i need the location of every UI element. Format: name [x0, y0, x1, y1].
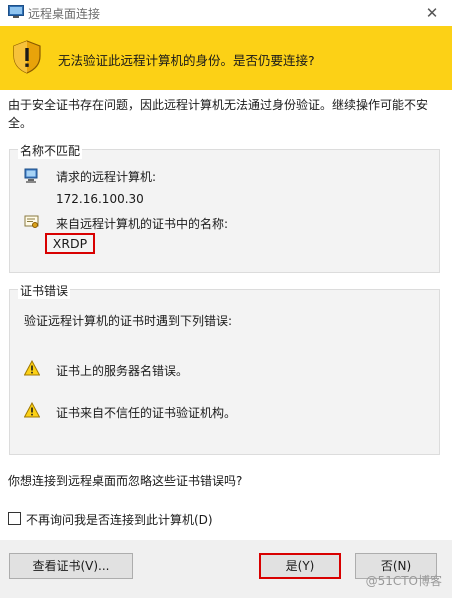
warning-icon	[24, 360, 40, 376]
certificate-errors-legend: 证书错误	[18, 282, 71, 299]
computer-icon	[24, 168, 38, 183]
view-certificate-button[interactable]: 查看证书(V)...	[9, 553, 133, 579]
certificate-icon	[24, 215, 39, 228]
requested-computer-value: 172.16.100.30	[56, 192, 144, 206]
certificate-error-item: 证书上的服务器名错误。	[56, 364, 189, 378]
certificate-error-item: 证书来自不信任的证书验证机构。	[56, 406, 237, 420]
warning-banner: 无法验证此远程计算机的身份。是否仍要连接?	[0, 26, 452, 90]
remote-desktop-icon	[8, 5, 24, 18]
certificate-name-value: XRDP	[45, 233, 95, 254]
title-bar: 远程桌面连接 ✕	[0, 0, 452, 26]
name-mismatch-legend: 名称不匹配	[18, 142, 83, 159]
intro-text: 由于安全证书存在问题，因此远程计算机无法通过身份验证。继续操作可能不安全。	[8, 98, 429, 130]
button-footer: 查看证书(V)... 是(Y) 否(N)	[0, 540, 452, 598]
connect-question: 你想连接到远程桌面而忽略这些证书错误吗?	[8, 474, 243, 488]
dont-ask-again-checkbox[interactable]	[8, 512, 21, 525]
name-mismatch-group: 名称不匹配 请求的远程计算机: 172.16.100.30 来自远程计算机的证书…	[9, 142, 440, 273]
window-title: 远程桌面连接	[28, 7, 101, 21]
yes-button[interactable]: 是(Y)	[259, 553, 341, 579]
warning-icon	[24, 402, 40, 418]
watermark: @51CTO博客	[365, 574, 442, 588]
shield-warning-icon	[13, 40, 41, 74]
banner-text: 无法验证此远程计算机的身份。是否仍要连接?	[58, 53, 315, 68]
dont-ask-again-label[interactable]: 不再询问我是否连接到此计算机(D)	[26, 511, 213, 528]
certificate-errors-group: 证书错误 验证远程计算机的证书时遇到下列错误: 证书上的服务器名错误。 证书来自…	[9, 282, 440, 455]
certificate-name-label: 来自远程计算机的证书中的名称:	[56, 217, 229, 231]
certificate-errors-intro: 验证远程计算机的证书时遇到下列错误:	[24, 314, 233, 328]
close-button[interactable]: ✕	[412, 0, 452, 26]
requested-computer-label: 请求的远程计算机:	[56, 170, 157, 184]
